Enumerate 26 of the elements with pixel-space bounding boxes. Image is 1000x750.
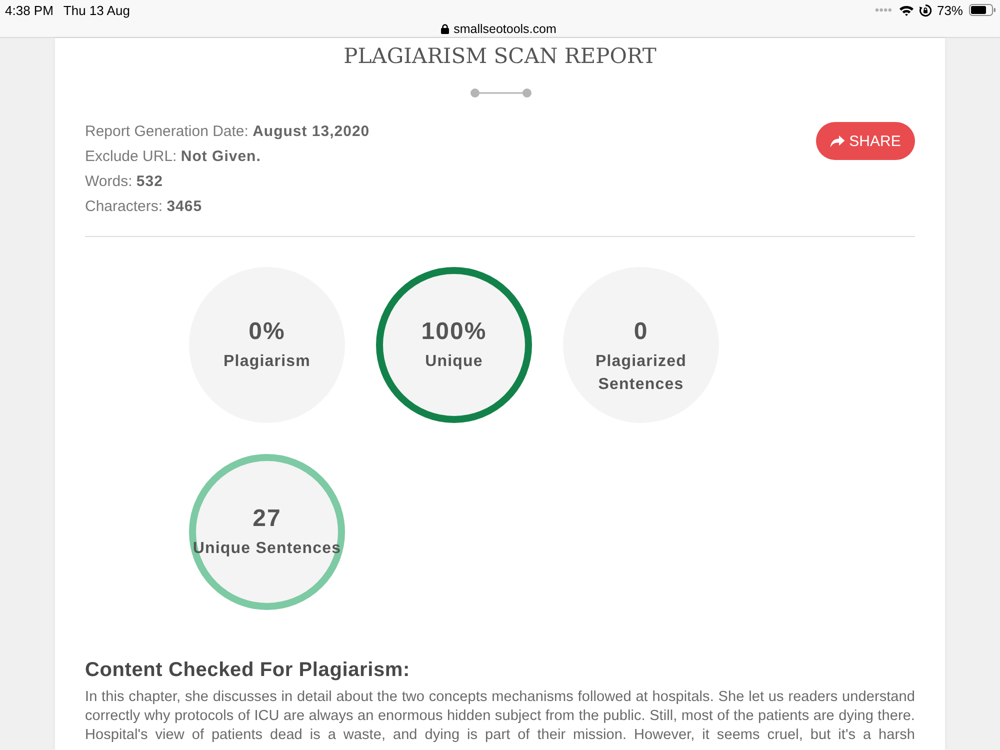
report-detail: Characters: 3465	[85, 197, 204, 217]
battery-icon	[969, 4, 996, 16]
rotation-lock-icon	[918, 4, 932, 16]
share-button[interactable]: SHARE	[816, 122, 915, 160]
signal-dots-icon	[874, 8, 892, 12]
lock-icon	[440, 24, 449, 34]
stat-value: 100%	[421, 317, 487, 347]
dots-divider-icon	[470, 88, 532, 98]
report-detail: Words: 532	[85, 172, 164, 192]
content-paragraph: In this chapter, she discusses in detail about the two concepts mechanisms followed at hospitals. She let us readers understand correctly why protocols of ICU are always an enormous hidden subject from the public. Still, most of the patients are dying there. Hospital's view of patients dead is a waste, and dying is part of their mission. However, it seems cruel, but it's a harsh	[85, 688, 915, 745]
url-text[interactable]: smallseotools.com	[454, 22, 556, 36]
report-detail: Report Generation Date: August 13,2020	[85, 122, 370, 142]
stat-value: 0%	[248, 317, 286, 347]
section-heading: Content Checked For Plagiarism:	[85, 658, 411, 683]
stat-value: 27	[252, 504, 282, 534]
stat-value: 0	[634, 317, 648, 347]
report-detail: Exclude URL: Not Given.	[85, 147, 262, 167]
report-title: PLAGIARISM SCAN REPORT	[342, 43, 658, 70]
share-icon	[830, 134, 846, 148]
stat-label: Unique	[424, 352, 484, 372]
stat-label: Plagiarism	[222, 352, 312, 372]
status-time: 4:38 PM	[5, 2, 54, 18]
wifi-icon	[898, 4, 914, 16]
stat-label: Plagiarized Sentences	[594, 352, 688, 395]
status-date: Thu 13 Aug	[63, 2, 130, 18]
battery-percent: 73%	[936, 2, 963, 18]
